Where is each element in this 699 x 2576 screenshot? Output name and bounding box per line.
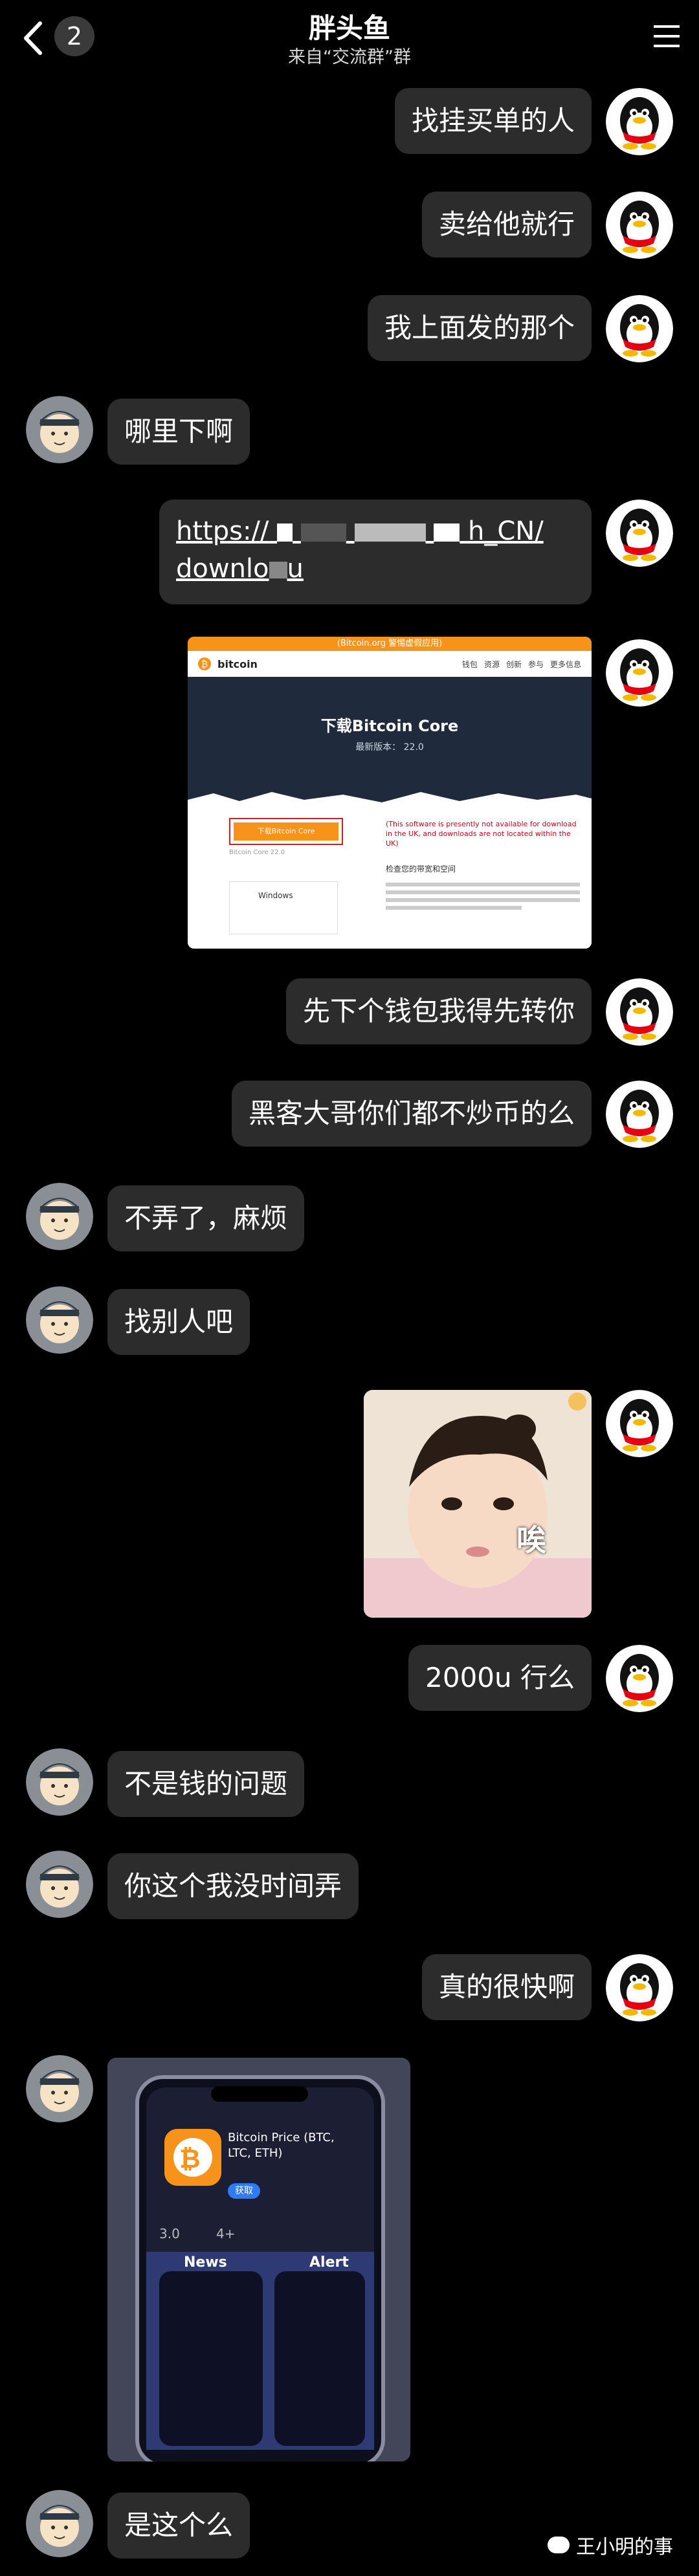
get-app-button[interactable]: 获取 [228, 2183, 260, 2199]
wechat-icon [548, 2537, 570, 2553]
redacted-block [434, 523, 460, 542]
watermark: 王小明的事 [548, 2531, 673, 2559]
redacted-block [354, 523, 426, 542]
contact-avatar[interactable] [26, 2055, 93, 2122]
contact-avatar[interactable] [26, 1851, 93, 1918]
link-message-bubble[interactable]: https:// h_CN/ downlo u [159, 500, 592, 604]
app-name: Bitcoin Price (BTC, LTC, ETH) [228, 2131, 335, 2160]
bitcoin-download-screenshot[interactable]: (Bitcoin.org 警惕虚假应用) ₿ bitcoin 钱包 资源 创新 … [188, 637, 592, 949]
warning-banner: (Bitcoin.org 警惕虚假应用) [188, 637, 592, 651]
contact-avatar[interactable] [26, 1286, 93, 1354]
chat-subtitle: 来自“交流群”群 [288, 47, 411, 67]
penguin-avatar[interactable] [606, 192, 673, 259]
message-bubble-incoming[interactable]: 找别人吧 [107, 1289, 250, 1355]
contact-avatar[interactable] [26, 1183, 93, 1250]
penguin-avatar[interactable] [606, 1645, 673, 1712]
site-logo-text: bitcoin [217, 657, 258, 670]
message-bubble-outgoing[interactable]: 我上面发的那个 [367, 295, 592, 361]
contact-avatar[interactable] [26, 2490, 93, 2557]
penguin-avatar[interactable] [606, 1081, 673, 1148]
message-bubble-incoming[interactable]: 不是钱的问题 [107, 1751, 305, 1817]
penguin-avatar[interactable] [606, 88, 673, 155]
redacted-block [277, 523, 293, 542]
link-text-end[interactable]: u [287, 554, 304, 584]
alert-screenshot-title: Alert [309, 2254, 349, 2271]
penguin-avatar[interactable] [606, 639, 673, 707]
message-bubble-outgoing[interactable]: 找挂买单的人 [394, 88, 592, 154]
redacted-block [269, 562, 287, 578]
message-bubble-outgoing[interactable]: 真的很快啊 [421, 1954, 592, 2020]
message-bubble-incoming[interactable]: 不弄了，麻烦 [107, 1185, 305, 1251]
release-label: Bitcoin Core 22.0 [229, 849, 285, 856]
app-rating: 3.0 [159, 2226, 180, 2241]
download-bitcoin-core-button[interactable]: 下载Bitcoin Core [234, 822, 338, 841]
penguin-avatar[interactable] [606, 1954, 673, 2021]
redacted-block [300, 523, 346, 542]
download-heading: 下载Bitcoin Core [320, 717, 459, 735]
nav-item[interactable]: 更多信息 [550, 659, 581, 670]
version-text: 最新版本： 22.0 [355, 742, 424, 753]
chat-title: 胖头鱼 [308, 12, 390, 44]
news-screenshot-title: News [184, 2254, 227, 2271]
message-bubble-incoming[interactable]: 是这个么 [107, 2493, 250, 2559]
contact-avatar[interactable] [26, 1748, 93, 1816]
link-text-locale[interactable]: h_CN/ [468, 516, 544, 546]
message-bubble-outgoing[interactable]: 先下个钱包我得先转你 [285, 978, 592, 1044]
menu-icon[interactable] [652, 23, 681, 49]
message-bubble-outgoing[interactable]: 2000u 行么 [408, 1645, 592, 1711]
message-bubble-incoming[interactable]: 你这个我没时间弄 [107, 1853, 359, 1919]
description-text-lines [386, 879, 580, 928]
penguin-avatar[interactable] [606, 978, 673, 1046]
nav-item[interactable]: 资源 [484, 659, 500, 670]
nav-item[interactable]: 创新 [506, 659, 522, 670]
link-text-start[interactable]: https:// [176, 516, 269, 546]
contact-avatar[interactable] [26, 396, 93, 463]
phone-app-store-photo[interactable]: ₿ Bitcoin Price (BTC, LTC, ETH) 获取 3.0 4… [107, 2058, 410, 2461]
message-bubble-outgoing[interactable]: 卖给他就行 [421, 192, 592, 258]
message-bubble-outgoing[interactable]: 黑客大哥你们都不炒币的么 [231, 1081, 592, 1147]
message-bubble-incoming[interactable]: 哪里下啊 [107, 399, 250, 465]
penguin-avatar[interactable] [606, 500, 673, 567]
nav-item[interactable]: 钱包 [462, 659, 478, 670]
bitcoin-logo-icon: ₿ [198, 657, 211, 670]
sticker-caption: 唉 [516, 1523, 546, 1558]
age-rating: 4+ [216, 2226, 236, 2241]
penguin-avatar[interactable] [606, 295, 673, 362]
link-text-path[interactable]: downlo [176, 554, 269, 584]
penguin-avatar[interactable] [606, 1390, 673, 1457]
watermark-text: 王小明的事 [576, 2536, 673, 2559]
uk-notice-text: (This software is presently not availabl… [386, 820, 577, 848]
bandwidth-heading: 检查您的带宽和空间 [386, 864, 456, 874]
os-windows-label[interactable]: Windows [230, 882, 337, 900]
baby-sticker-image[interactable]: 唉 [364, 1390, 592, 1618]
bitcoin-app-icon: ₿ [179, 2144, 201, 2174]
nav-item[interactable]: 参与 [528, 659, 544, 670]
wave-divider [188, 792, 592, 806]
